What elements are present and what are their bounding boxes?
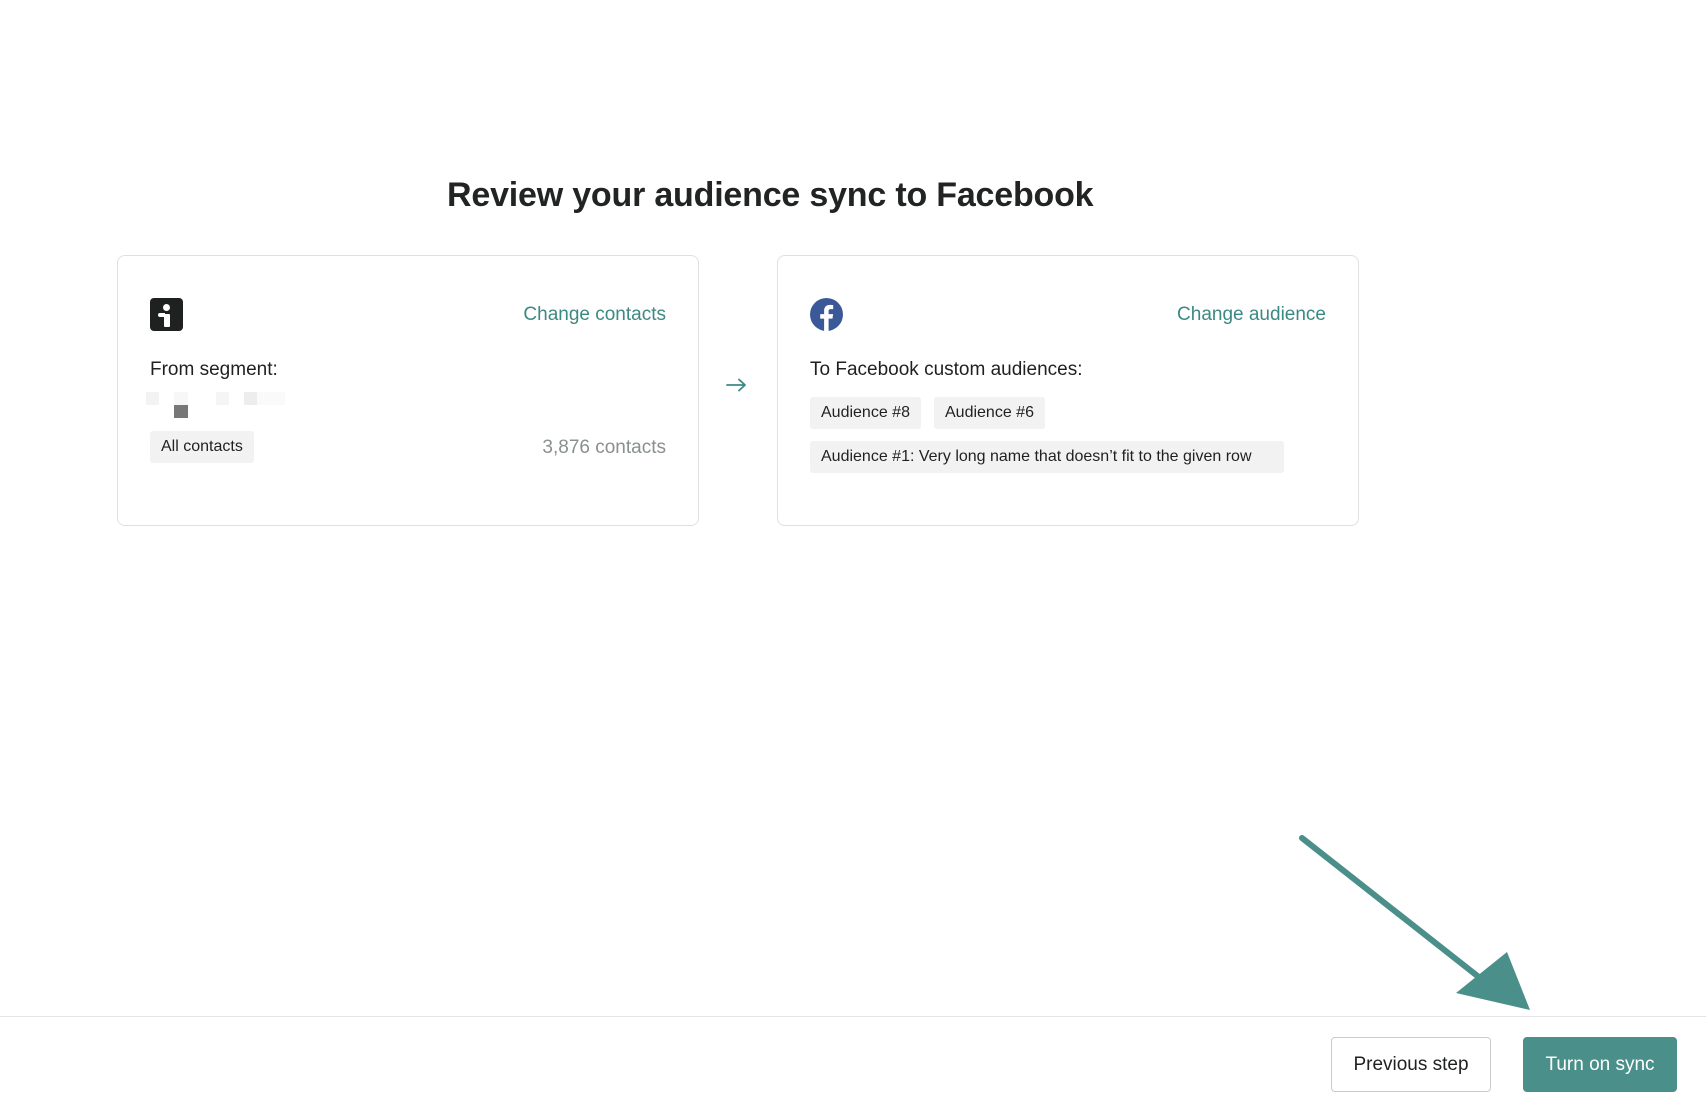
- audience-chip: Audience #6: [934, 397, 1045, 429]
- contacts-count: 3,876 contacts: [542, 437, 666, 458]
- facebook-logo-icon: [810, 298, 843, 331]
- target-card: Change audience To Facebook custom audie…: [777, 255, 1359, 526]
- footer-divider: [0, 1016, 1706, 1017]
- from-segment-label: From segment:: [150, 359, 278, 380]
- omnisend-logo-icon: [150, 298, 183, 331]
- audience-chip: Audience #8: [810, 397, 921, 429]
- audience-chip: Audience #1: Very long name that doesn’t…: [810, 441, 1284, 473]
- change-audience-link[interactable]: Change audience: [1177, 304, 1326, 326]
- previous-step-button[interactable]: Previous step: [1331, 1037, 1491, 1092]
- annotation-arrow-icon: [1299, 835, 1530, 1010]
- to-audiences-label: To Facebook custom audiences:: [810, 359, 1083, 380]
- turn-on-sync-button[interactable]: Turn on sync: [1523, 1037, 1677, 1092]
- page-title: Review your audience sync to Facebook: [447, 176, 1094, 214]
- segment-chip: All contacts: [150, 431, 254, 463]
- change-contacts-link[interactable]: Change contacts: [523, 304, 666, 326]
- arrow-right-icon: [726, 378, 746, 392]
- source-card: Change contacts From segment: All contac…: [117, 255, 699, 526]
